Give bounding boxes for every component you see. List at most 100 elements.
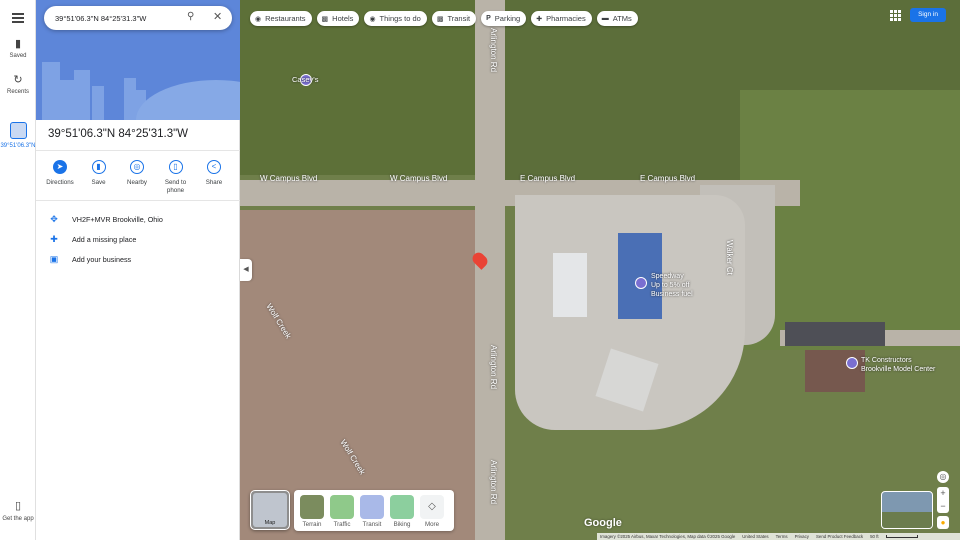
- skyline-building: [124, 78, 136, 120]
- scale-text[interactable]: 50 ft: [870, 534, 879, 539]
- sign-in-button[interactable]: Sign in: [910, 8, 946, 22]
- map-label-speedway[interactable]: Speedway Up to 5% off Business fuel: [651, 272, 693, 299]
- send-to-phone-button[interactable]: ▯ Send to phone: [158, 160, 194, 195]
- rail-item-label: 39°51'06.3"N: [0, 143, 36, 149]
- maps-app: Casey's Arlington Rd Arlington Rd Arling…: [0, 0, 960, 540]
- directions-button[interactable]: ➤ Directions: [42, 160, 78, 195]
- add-missing-place-row[interactable]: ✚ Add a missing place: [48, 234, 136, 245]
- map-label-caseys[interactable]: Casey's: [292, 75, 318, 84]
- bookmark-icon: ▮: [14, 38, 22, 50]
- business-icon[interactable]: [846, 357, 858, 369]
- rail-item-label: Get the app: [2, 516, 34, 522]
- place-title: 39°51'06.3"N 84°25'31.3"W: [48, 128, 189, 140]
- chip-label: ATMs: [612, 14, 632, 23]
- chip-hotels[interactable]: ▩ Hotels: [316, 11, 360, 26]
- rail-item-recent-place[interactable]: 39°51'06.3"N: [0, 122, 36, 150]
- gas-station-icon[interactable]: [635, 277, 647, 289]
- rail-item-get-app[interactable]: ▯ Get the app: [0, 500, 36, 523]
- region-link[interactable]: United States: [742, 534, 768, 539]
- pegman-icon[interactable]: ●: [937, 516, 949, 529]
- bookmark-icon: ▮: [91, 160, 106, 174]
- layers-icon: ◇: [420, 495, 444, 519]
- skyline-building: [74, 70, 90, 120]
- share-icon: <: [207, 160, 221, 174]
- action-row: ➤ Directions ▮ Save ◎ Nearby ▯ Send to p…: [42, 160, 232, 195]
- layer-label: Map: [264, 520, 276, 526]
- place-name: Brookville Model Center: [861, 366, 936, 373]
- directions-icon: ➤: [53, 160, 67, 174]
- map-canvas[interactable]: Casey's Arlington Rd Arlington Rd Arling…: [240, 0, 960, 540]
- menu-icon[interactable]: [12, 13, 24, 25]
- place-name: TK Constructors: [861, 357, 912, 364]
- collapse-panel-button[interactable]: ◀: [240, 259, 252, 281]
- action-label: Share: [205, 179, 223, 186]
- skyline-building: [42, 62, 60, 120]
- zoom-in-button[interactable]: +: [937, 487, 949, 500]
- apps-grid-icon[interactable]: [890, 10, 901, 21]
- share-button[interactable]: < Share: [196, 160, 232, 195]
- layer-biking[interactable]: Biking: [390, 495, 414, 531]
- send-to-phone-icon: ▯: [168, 160, 183, 174]
- category-chips: ◉ Restaurants ▩ Hotels ◉ Things to do ▩ Tran…: [250, 11, 638, 26]
- chip-label: Parking: [494, 14, 521, 23]
- layer-traffic[interactable]: Traffic: [330, 495, 354, 531]
- search-icon[interactable]: ⚲: [187, 11, 194, 22]
- action-label: Send to phone: [164, 179, 187, 194]
- my-location-icon: ◎: [939, 472, 947, 481]
- left-rail: ▮ Saved ↻ Recents 39°51'06.3"N ▯ Get the…: [0, 0, 36, 540]
- terms-link[interactable]: Terms: [776, 534, 788, 539]
- plus-code-icon: ✥: [50, 214, 58, 224]
- close-icon[interactable]: ✕: [213, 10, 222, 23]
- layer-transit[interactable]: Transit: [360, 495, 384, 531]
- zoom-out-button[interactable]: −: [937, 500, 949, 513]
- layer-toggle-button[interactable]: Map: [250, 490, 290, 530]
- place-name: Speedway: [651, 273, 684, 280]
- business-icon: ▣: [49, 254, 59, 264]
- feedback-link[interactable]: Send Product Feedback: [816, 534, 863, 539]
- road: [475, 0, 505, 540]
- chip-atms[interactable]: ▬ ATMs: [596, 11, 638, 26]
- map-label-road: Arlington Rd: [489, 345, 498, 390]
- chip-things-to-do[interactable]: ◉ Things to do: [364, 11, 427, 26]
- chip-label: Hotels: [332, 14, 354, 23]
- search-input[interactable]: [55, 11, 180, 25]
- terrain-icon: [300, 495, 324, 519]
- transit-icon: ▩: [436, 15, 444, 23]
- biking-icon: [390, 495, 414, 519]
- chip-pharmacies[interactable]: ✚ Pharmacies: [531, 11, 592, 26]
- action-label: Save: [91, 179, 106, 186]
- layer-terrain[interactable]: Terrain: [300, 495, 324, 531]
- layer-options: Terrain Traffic Transit Biking ◇ More: [294, 490, 454, 531]
- plus-code-row[interactable]: ✥ VH2F+MVR Brookville, Ohio: [48, 214, 163, 225]
- scale-bar: [885, 535, 918, 538]
- chevron-left-icon: ◀: [243, 266, 249, 273]
- atm-icon: ▬: [601, 15, 609, 22]
- search-box[interactable]: ⚲ ✕: [44, 6, 232, 30]
- add-missing-place-text: Add a missing place: [72, 235, 137, 244]
- rail-item-recents[interactable]: ↻ Recents: [0, 74, 36, 95]
- history-icon: ↻: [13, 74, 23, 86]
- chip-parking[interactable]: P Parking: [481, 11, 527, 26]
- google-logo: Google: [584, 517, 622, 529]
- restaurant-icon: ◉: [255, 15, 262, 23]
- map-label-tk[interactable]: TK Constructors Brookville Model Center: [861, 356, 935, 374]
- plus-code-text: VH2F+MVR Brookville, Ohio: [72, 215, 163, 224]
- map-label-road: E Campus Blvd: [640, 174, 696, 183]
- nearby-button[interactable]: ◎ Nearby: [119, 160, 155, 195]
- street-view-preview[interactable]: [881, 491, 933, 529]
- chip-label: Restaurants: [265, 14, 306, 23]
- add-business-row[interactable]: ▣ Add your business: [48, 254, 131, 265]
- layer-label: Biking: [393, 521, 411, 528]
- save-button[interactable]: ▮ Save: [81, 160, 117, 195]
- layer-label: More: [424, 521, 440, 528]
- chip-restaurants[interactable]: ◉ Restaurants: [250, 11, 312, 26]
- privacy-link[interactable]: Privacy: [795, 534, 809, 539]
- chip-transit[interactable]: ▩ Transit: [431, 11, 477, 26]
- rail-item-saved[interactable]: ▮ Saved: [0, 38, 36, 59]
- my-location-button[interactable]: ◎: [937, 471, 949, 483]
- action-label: Directions: [46, 179, 74, 186]
- map-label-road: Arlington Rd: [489, 28, 498, 73]
- fuel-canopy: [553, 253, 587, 317]
- place-panel: 39°51'06.3"N 84°25'31.3"W ➤ Directions ▮…: [36, 0, 240, 540]
- layer-more[interactable]: ◇ More: [420, 495, 444, 531]
